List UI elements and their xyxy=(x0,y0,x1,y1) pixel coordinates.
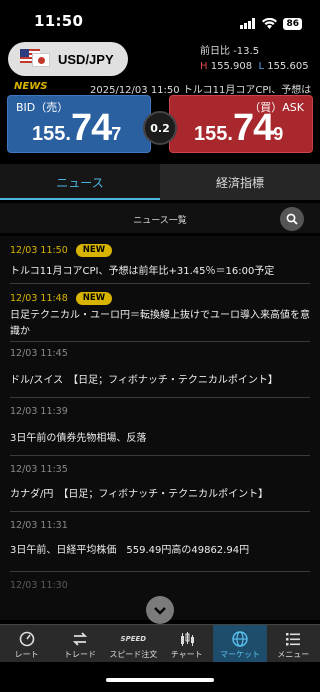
news-list[interactable]: 12/03 11:50 NEW トルコ11月コアCPI、予想は前年比+31.45… xyxy=(0,236,320,620)
nav-speed-label: スピード注文 xyxy=(109,650,158,659)
bid-button[interactable]: BID（売） 155.747 xyxy=(7,95,151,153)
news-date: 12/03 11:39 xyxy=(10,406,68,417)
menu-icon xyxy=(284,629,302,649)
news-title: 3日午前の債券先物相場、反落 xyxy=(10,433,147,444)
globe-icon xyxy=(231,629,249,649)
nav-menu-label: メニュー xyxy=(277,650,310,659)
news-item[interactable]: 12/03 11:39 3日午前の債券先物相場、反落 xyxy=(10,398,310,456)
new-badge: NEW xyxy=(75,292,113,305)
news-date-row: 12/03 11:35 xyxy=(10,456,310,475)
home-indicator[interactable] xyxy=(106,678,214,682)
flag-icon xyxy=(20,49,52,69)
news-item[interactable]: 12/03 11:48 NEW 日足テクニカル・ユーロ円＝転換線上抜けでユーロ導… xyxy=(10,284,310,342)
news-date-row: 12/03 11:50 NEW xyxy=(10,236,310,257)
nav-chart[interactable]: チャート xyxy=(160,625,213,662)
nav-rate[interactable]: レート xyxy=(0,625,53,662)
nav-speed-order[interactable]: SPEED スピード注文 xyxy=(107,625,160,662)
news-date: 12/03 11:48 xyxy=(10,293,68,304)
news-date-row: 12/03 11:45 xyxy=(10,342,310,359)
signal-icon xyxy=(240,14,256,33)
search-icon xyxy=(286,210,298,229)
tab-news[interactable]: ニュース xyxy=(0,164,160,200)
news-date: 12/03 11:35 xyxy=(10,464,68,475)
news-date-row: 12/03 11:39 xyxy=(10,398,310,417)
pair-label: USD/JPY xyxy=(58,51,114,67)
nav-menu[interactable]: メニュー xyxy=(267,625,320,662)
change-value: -13.5 xyxy=(233,46,260,57)
tab-bar: ニュース 経済指標 xyxy=(0,164,320,200)
high-label: H xyxy=(200,61,208,72)
status-time: 11:50 xyxy=(34,12,84,30)
scroll-down-button[interactable] xyxy=(146,596,174,624)
news-date-row: 12/03 11:31 xyxy=(10,512,310,531)
status-icons: 86 xyxy=(240,14,302,33)
trade-icon xyxy=(71,629,89,649)
change-label: 前日比 xyxy=(200,46,230,57)
bottom-nav: レート トレード SPEED スピード注文 チャート マーケット メニュー xyxy=(0,624,320,662)
news-title: 3日午前、日経平均株価 559.49円高の49862.94円 xyxy=(10,545,250,556)
ask-button[interactable]: （買）ASK 155.749 xyxy=(169,95,313,153)
news-date: 12/03 11:30 xyxy=(10,580,68,591)
speed-icon: SPEED xyxy=(120,635,147,643)
status-bar: 11:50 86 xyxy=(0,0,320,40)
news-tag: NEWS xyxy=(14,81,48,92)
new-badge: NEW xyxy=(75,244,113,257)
nav-trade-label: トレード xyxy=(63,650,96,659)
news-date-row: 12/03 11:48 NEW xyxy=(10,284,310,305)
chart-icon xyxy=(178,629,196,649)
nav-chart-label: チャート xyxy=(170,650,203,659)
nav-market[interactable]: マーケット xyxy=(213,625,267,662)
low-label: L xyxy=(258,61,265,72)
nav-rate-label: レート xyxy=(14,650,39,659)
bid-price: 155.747 xyxy=(32,107,122,149)
news-ticker[interactable]: 2025/12/03 11:50 トルコ11月コアCPI、予想は xyxy=(90,81,320,96)
news-item[interactable]: 12/03 11:35 カナダ/円 【日足；フィボナッチ・テクニカルポイント】 xyxy=(10,456,310,512)
chevron-down-icon xyxy=(153,601,167,620)
spread-indicator: 0.2 xyxy=(143,111,177,145)
nav-trade[interactable]: トレード xyxy=(53,625,106,662)
news-list-header: ニュース一覧 xyxy=(0,203,320,233)
high-value: 155.908 xyxy=(210,61,253,72)
news-date: 12/03 11:45 xyxy=(10,348,68,359)
news-date: 12/03 11:31 xyxy=(10,520,68,531)
news-title: カナダ/円 【日足；フィボナッチ・テクニカルポイント】 xyxy=(10,489,269,500)
low-value: 155.605 xyxy=(267,61,309,72)
search-button[interactable] xyxy=(280,207,304,231)
battery-icon: 86 xyxy=(283,17,302,30)
rate-icon xyxy=(18,629,36,649)
ask-price: 155.749 xyxy=(194,107,284,149)
tab-economic-indicators[interactable]: 経済指標 xyxy=(160,164,320,200)
news-date: 12/03 11:50 xyxy=(10,245,68,256)
nav-market-label: マーケット xyxy=(219,650,260,659)
news-item[interactable]: 12/03 11:31 3日午前、日経平均株価 559.49円高の49862.9… xyxy=(10,512,310,572)
price-stats: 前日比 -13.5 H 155.908 L 155.605 xyxy=(200,44,309,74)
news-title: ドル/スイス 【日足；フィボナッチ・テクニカルポイント】 xyxy=(10,375,278,386)
news-list-title: ニュース一覧 xyxy=(133,216,187,226)
news-title: 日足テクニカル・ユーロ円＝転換線上抜けでユーロ導入来高値を意識か xyxy=(10,310,310,337)
news-date-row: 12/03 11:30 xyxy=(10,572,310,591)
news-title: トルコ11月コアCPI、予想は前年比+31.45％＝16:00予定 xyxy=(10,266,275,277)
news-item[interactable]: 12/03 11:50 NEW トルコ11月コアCPI、予想は前年比+31.45… xyxy=(10,236,310,284)
currency-pair-selector[interactable]: USD/JPY xyxy=(8,42,128,76)
wifi-icon xyxy=(262,14,278,33)
news-item[interactable]: 12/03 11:45 ドル/スイス 【日足；フィボナッチ・テクニカルポイント】 xyxy=(10,342,310,398)
